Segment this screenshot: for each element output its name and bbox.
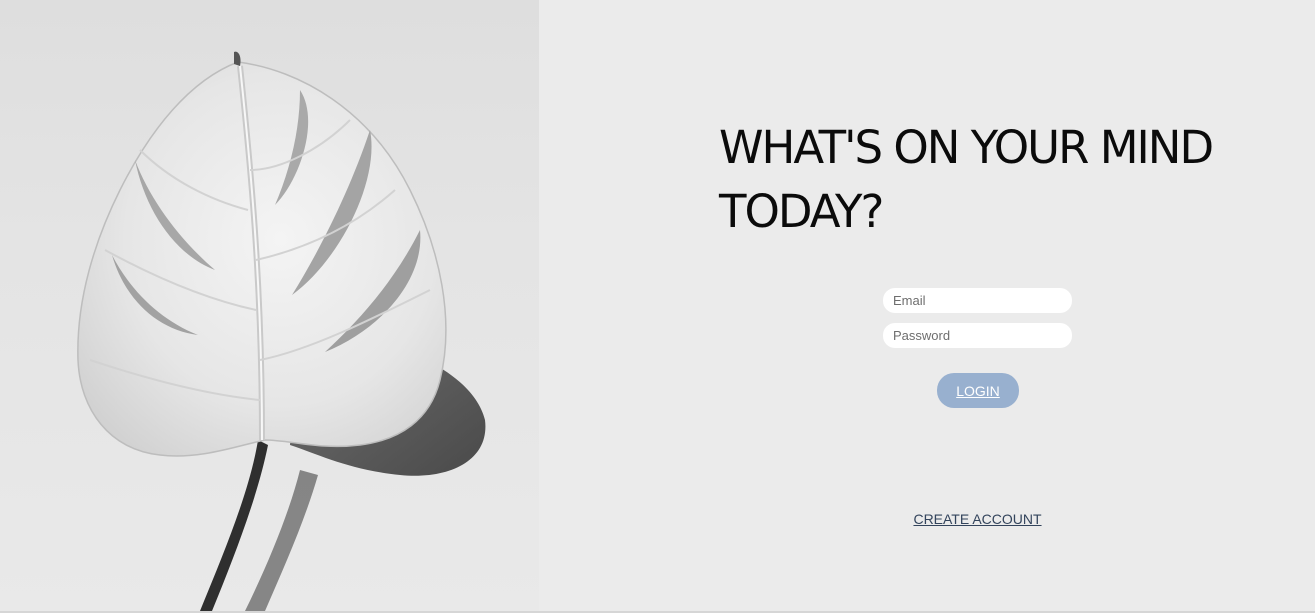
login-form (883, 288, 1072, 348)
login-button[interactable]: LOGIN (937, 373, 1019, 408)
create-account-link[interactable]: CREATE ACCOUNT (883, 511, 1072, 527)
password-field[interactable] (883, 323, 1072, 348)
hero-image (0, 0, 539, 611)
page-title: WHAT'S ON YOUR MIND TODAY? (719, 116, 1279, 244)
title-line-2: TODAY? (719, 185, 884, 238)
email-field[interactable] (883, 288, 1072, 313)
title-line-1: WHAT'S ON YOUR MIND (719, 121, 1214, 174)
monstera-leaf-image (77, 51, 486, 611)
login-panel: WHAT'S ON YOUR MIND TODAY? LOGIN CREATE … (539, 0, 1315, 611)
login-page: WHAT'S ON YOUR MIND TODAY? LOGIN CREATE … (0, 0, 1315, 613)
